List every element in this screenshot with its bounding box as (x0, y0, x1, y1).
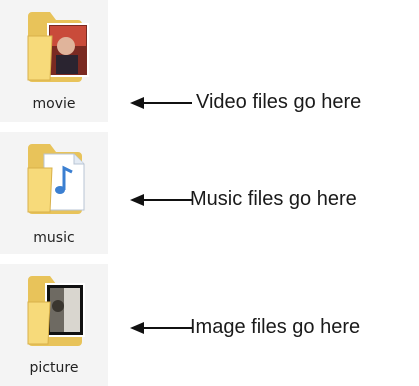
folder-icon (27, 276, 85, 346)
folder-movie[interactable]: movie (0, 0, 108, 122)
left-arrow-icon (130, 97, 192, 109)
folder-label: movie (32, 96, 76, 112)
folder-music[interactable]: music (0, 132, 108, 254)
left-arrow-icon (130, 194, 192, 206)
folder-picture[interactable]: picture (0, 264, 108, 386)
caption-music: Music files go here (190, 188, 357, 210)
caption-video: Video files go here (196, 91, 362, 113)
folder-icon (27, 144, 85, 214)
left-arrow-icon (130, 322, 192, 334)
caption-image: Image files go here (190, 316, 361, 338)
folder-label: music (33, 230, 75, 246)
folder-icon (27, 12, 89, 82)
folder-label: picture (29, 360, 79, 376)
